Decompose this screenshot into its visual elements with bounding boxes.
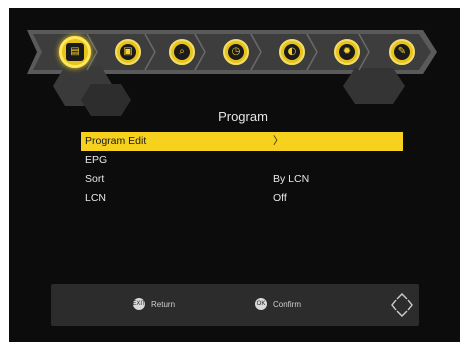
top-menu-bar: ▤ ▣ ⌕ ◷ ◐ ✹ ✎ bbox=[9, 8, 460, 118]
return-label: Return bbox=[151, 299, 176, 309]
navigation-arrows-icon bbox=[391, 293, 413, 317]
picture-icon[interactable]: ▣ bbox=[115, 39, 141, 65]
help-footer: EXIT Return OK Confirm bbox=[51, 284, 419, 326]
return-hint[interactable]: EXIT Return bbox=[132, 298, 176, 310]
menu-item-epg[interactable]: EPG bbox=[81, 151, 403, 170]
menu-item-label: EPG bbox=[85, 154, 108, 166]
menu-item-value: By LCN bbox=[273, 173, 310, 185]
confirm-hint[interactable]: OK Confirm bbox=[255, 298, 301, 310]
submenu-arrow-icon: 〉 bbox=[273, 135, 284, 147]
menu-item-sort[interactable]: Sort By LCN bbox=[81, 170, 403, 189]
menu-item-label: Sort bbox=[85, 173, 105, 185]
confirm-label: Confirm bbox=[273, 299, 302, 309]
tv-screen: ▤ ▣ ⌕ ◷ ◐ ✹ ✎ Program Program Edit 〉 EPG bbox=[9, 8, 460, 342]
search-icon[interactable]: ⌕ bbox=[169, 39, 195, 65]
menu-item-label: Program Edit bbox=[85, 135, 147, 147]
exit-button-icon: EXIT bbox=[132, 298, 146, 310]
time-icon[interactable]: ◷ bbox=[223, 39, 249, 65]
option-icon[interactable]: ◐ bbox=[279, 39, 305, 65]
ok-button-icon: OK bbox=[255, 298, 267, 310]
tools-icon[interactable]: ✎ bbox=[389, 39, 415, 65]
program-menu: Program Edit 〉 EPG Sort By LCN LCN Off bbox=[81, 132, 403, 208]
page-title: Program bbox=[218, 109, 268, 124]
settings-icon[interactable]: ✹ bbox=[334, 39, 360, 65]
menu-item-label: LCN bbox=[85, 192, 107, 204]
program-icon[interactable]: ▤ bbox=[59, 36, 91, 68]
menu-item-value: Off bbox=[273, 192, 287, 204]
menu-item-program-edit[interactable]: Program Edit 〉 bbox=[81, 132, 403, 151]
menu-item-lcn[interactable]: LCN Off bbox=[81, 189, 403, 208]
